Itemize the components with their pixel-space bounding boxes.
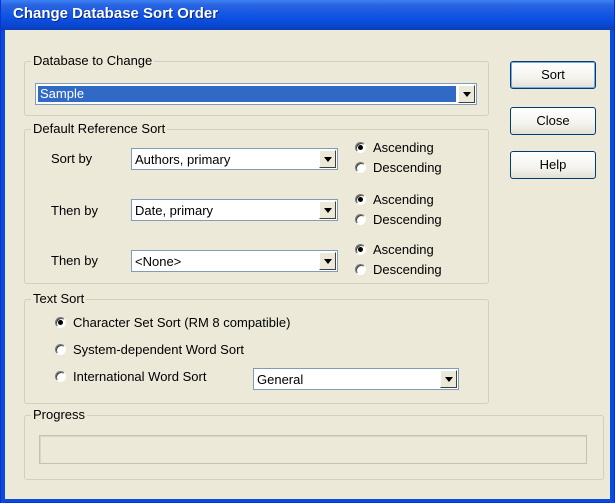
dialog-window: Change Database Sort Order Database to C… xyxy=(0,0,615,503)
radio-label: Ascending xyxy=(373,140,434,155)
system-word-sort-radio[interactable]: System-dependent Word Sort xyxy=(55,342,244,357)
sort-by-value: Authors, primary xyxy=(135,152,231,167)
character-set-sort-radio[interactable]: Character Set Sort (RM 8 compatible) xyxy=(55,315,290,330)
chevron-down-icon[interactable] xyxy=(319,150,336,168)
dialog-body: Database to Change Sample Sort Close Hel… xyxy=(5,30,610,499)
chevron-down-icon[interactable] xyxy=(458,85,475,103)
sort-by-label: Sort by xyxy=(51,151,93,166)
radio-label: Descending xyxy=(373,160,442,175)
radio-label: Descending xyxy=(373,212,442,227)
radio-unchecked-icon xyxy=(355,264,366,275)
sort-by-descending-radio[interactable]: Descending xyxy=(355,160,442,175)
radio-label: International Word Sort xyxy=(73,369,207,384)
chevron-down-icon[interactable] xyxy=(319,201,336,219)
then-by-label-2: Then by xyxy=(51,253,98,268)
window-frame-right xyxy=(610,30,614,503)
international-sort-select[interactable]: General xyxy=(253,368,459,390)
title-bar[interactable]: Change Database Sort Order xyxy=(1,0,614,30)
radio-unchecked-icon xyxy=(355,214,366,225)
sort-by-select[interactable]: Authors, primary xyxy=(131,148,338,170)
sort-button[interactable]: Sort xyxy=(510,61,596,89)
radio-label: Ascending xyxy=(373,242,434,257)
then-by-2-ascending-radio[interactable]: Ascending xyxy=(355,242,434,257)
sort-by-ascending-radio[interactable]: Ascending xyxy=(355,140,434,155)
database-group-label: Database to Change xyxy=(33,53,153,68)
then-by-2-descending-radio[interactable]: Descending xyxy=(355,262,442,277)
then-by-select-1[interactable]: Date, primary xyxy=(131,199,338,221)
then-by-select-2[interactable]: <None> xyxy=(131,250,338,272)
international-sort-value: General xyxy=(257,372,304,387)
help-button[interactable]: Help xyxy=(510,151,596,179)
radio-label: Character Set Sort (RM 8 compatible) xyxy=(73,315,291,330)
database-select-value: Sample xyxy=(38,86,456,102)
radio-checked-icon xyxy=(355,142,366,153)
international-word-sort-radio[interactable]: International Word Sort xyxy=(55,369,206,384)
radio-label: Ascending xyxy=(373,192,434,207)
radio-label: Descending xyxy=(373,262,442,277)
chevron-down-icon[interactable] xyxy=(319,252,336,270)
then-by-1-ascending-radio[interactable]: Ascending xyxy=(355,192,434,207)
window-title: Change Database Sort Order xyxy=(13,5,219,22)
text-sort-group-label: Text Sort xyxy=(33,291,85,306)
close-button[interactable]: Close xyxy=(510,107,596,135)
radio-unchecked-icon xyxy=(355,162,366,173)
radio-checked-icon xyxy=(355,194,366,205)
radio-unchecked-icon xyxy=(55,344,66,355)
progress-group-label: Progress xyxy=(33,407,86,422)
radio-checked-icon xyxy=(55,317,66,328)
then-by-value-1: Date, primary xyxy=(135,203,214,218)
database-select[interactable]: Sample xyxy=(35,83,477,105)
then-by-value-2: <None> xyxy=(135,254,182,269)
reference-sort-group-label: Default Reference Sort xyxy=(33,121,166,136)
radio-label: System-dependent Word Sort xyxy=(73,342,245,357)
radio-unchecked-icon xyxy=(55,371,66,382)
radio-checked-icon xyxy=(355,244,366,255)
progress-bar xyxy=(39,435,587,464)
chevron-down-icon[interactable] xyxy=(440,370,457,388)
then-by-1-descending-radio[interactable]: Descending xyxy=(355,212,442,227)
then-by-label-1: Then by xyxy=(51,203,98,218)
